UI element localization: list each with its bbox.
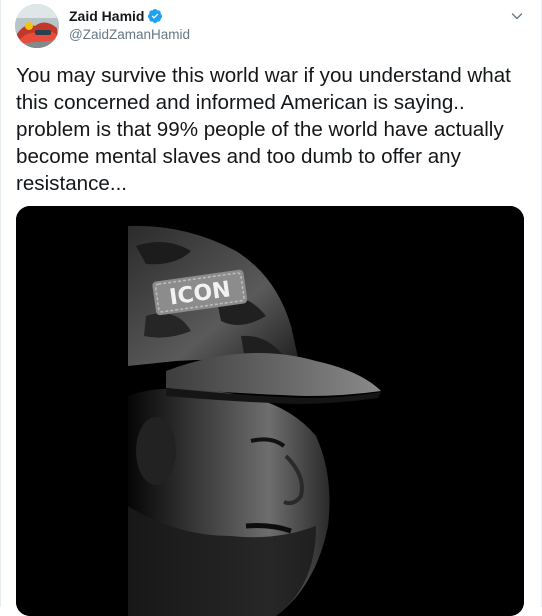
tweet-card[interactable]: Zaid Hamid @ZaidZamanHamid You may survi… xyxy=(0,0,542,616)
video-still-image: ICON xyxy=(16,206,524,616)
chevron-down-icon xyxy=(511,13,523,20)
author-handle[interactable]: @ZaidZamanHamid xyxy=(69,27,190,43)
avatar-image xyxy=(15,4,59,48)
media-video-thumbnail[interactable]: ICON xyxy=(16,206,524,616)
author-name-row: Zaid Hamid xyxy=(69,7,163,25)
tweet-text: You may survive this world war if you un… xyxy=(16,64,511,195)
display-name[interactable]: Zaid Hamid xyxy=(69,7,144,25)
tweet-menu-button[interactable] xyxy=(507,6,527,26)
verified-badge-icon xyxy=(147,8,163,24)
avatar[interactable] xyxy=(15,4,59,48)
